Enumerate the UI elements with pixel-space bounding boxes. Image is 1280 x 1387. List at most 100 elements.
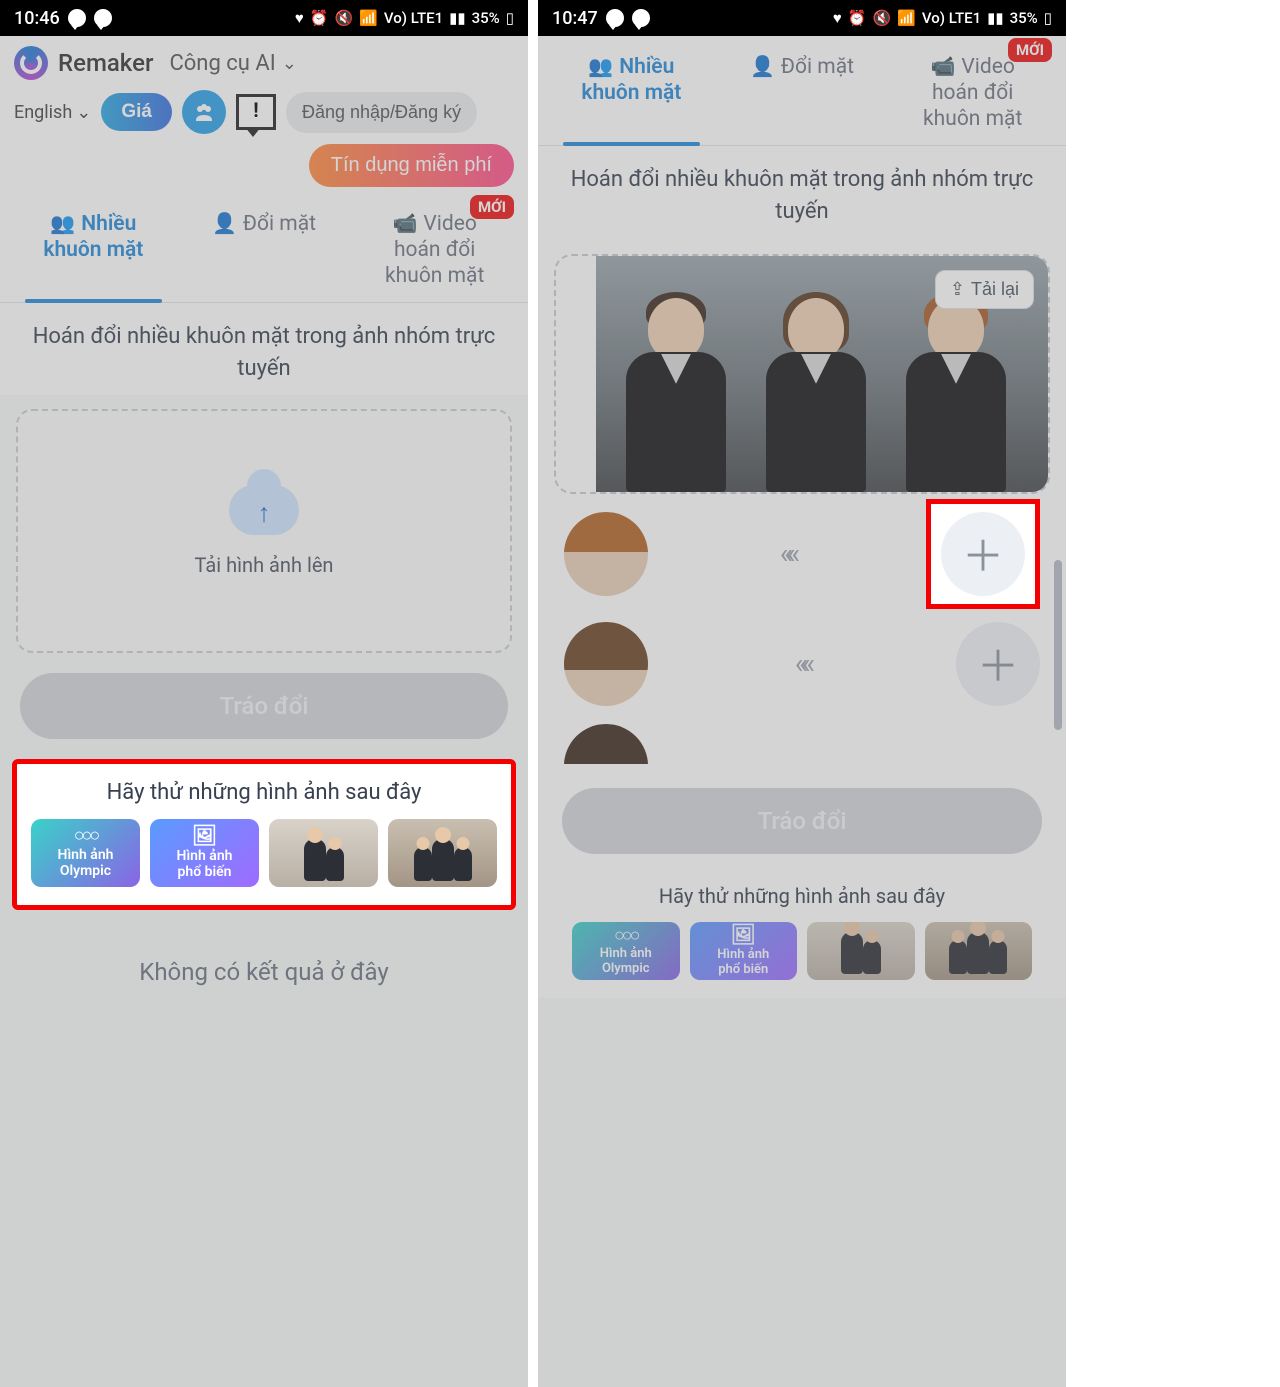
detected-face-2[interactable] — [564, 622, 648, 706]
network-label: Vo) LTE1 — [922, 9, 981, 27]
face-swap-row-1: «« ＋ — [564, 504, 1040, 604]
language-label: English — [14, 102, 72, 123]
reupload-button[interactable]: ⇪ Tải lại — [935, 270, 1034, 309]
detected-face-1[interactable] — [564, 512, 648, 596]
messenger-icon — [68, 9, 86, 27]
video-icon: 📹 — [931, 54, 956, 79]
scrollbar[interactable] — [1054, 560, 1062, 730]
try-section-highlight: Hãy thử những hình ảnh sau đây ○○○ Hình … — [12, 759, 516, 910]
add-target-face-button[interactable]: ＋ — [956, 622, 1040, 706]
people-icon: 👥 — [588, 54, 613, 79]
messenger-icon — [94, 9, 112, 27]
add-face-highlight: ＋ — [926, 499, 1040, 609]
thumb-olympic[interactable]: ○○○ Hình ảnh Olympic — [31, 819, 140, 887]
thumb-sample-1[interactable] — [807, 922, 915, 980]
tab-label: Nhiều — [81, 212, 136, 236]
thumb-label: Hình ảnh — [717, 948, 769, 962]
battery-icon: ▯ — [506, 9, 514, 27]
uploaded-image-preview[interactable]: ⇪ Tải lại — [554, 254, 1050, 494]
try-thumbnails: ○○○ Hình ảnh Olympic 🖼 Hình ảnh phổ biến — [31, 819, 497, 887]
app-bar: Remaker Công cụ AI ⌄ English ⌄ Giá Đăng … — [0, 36, 528, 193]
add-target-face-button[interactable]: ＋ — [941, 512, 1025, 596]
phone-right: 10:47 ♥ ⏰ 🔇 📶 Vo) LTE1 ▮▮ 35% ▯ 👥Nhiều k… — [538, 0, 1066, 1387]
tab-swap-face[interactable]: 👤Đổi mặt — [179, 211, 350, 302]
swap-button[interactable]: Tráo đổi — [20, 673, 508, 739]
brand-logo — [14, 46, 48, 80]
face-swap-row-2: «« ＋ — [564, 614, 1040, 714]
language-selector[interactable]: English ⌄ — [14, 102, 91, 123]
tab-label: Đổi mặt — [781, 55, 854, 79]
try-title: Hãy thử những hình ảnh sau đây — [31, 780, 497, 805]
tab-swap-face[interactable]: 👤Đổi mặt — [717, 54, 888, 145]
thumb-sample-2[interactable] — [925, 922, 1033, 980]
thumb-label: phổ biến — [178, 865, 232, 880]
thumb-popular[interactable]: 🖼 Hình ảnh phổ biến — [150, 819, 259, 887]
double-left-arrow-icon: «« — [795, 647, 809, 680]
thumb-label: phổ biến — [718, 963, 768, 977]
new-badge: MỚI — [470, 195, 514, 219]
tab-label: khuôn mặt — [385, 264, 484, 288]
thumb-olympic[interactable]: ○○○ Hình ảnh Olympic — [572, 922, 680, 980]
face-swap-row-3 — [564, 724, 1040, 764]
try-section: Hãy thử những hình ảnh sau đây ○○○ Hình … — [558, 868, 1046, 998]
tab-multi-face[interactable]: 👥Nhiều khuôn mặt — [8, 211, 179, 302]
status-time: 10:47 — [552, 8, 598, 29]
heart-icon: ♥ — [295, 10, 304, 27]
tab-label: khuôn mặt — [581, 81, 681, 105]
image-icon: 🖼 — [731, 924, 756, 946]
community-button[interactable] — [182, 90, 226, 134]
swap-button[interactable]: Tráo đổi — [562, 788, 1042, 854]
tab-video-swap[interactable]: MỚI 📹Video hoán đổi khuôn mặt — [887, 54, 1058, 145]
person-icon: 👤 — [750, 54, 775, 79]
ai-tools-dropdown[interactable]: Công cụ AI ⌄ — [169, 51, 296, 76]
signal-icon: ▮▮ — [987, 9, 1004, 27]
olympic-rings-icon: ○○○ — [74, 826, 98, 846]
status-bar: 10:46 ♥ ⏰ 🔇 📶 Vo) LTE1 ▮▮ 35% ▯ — [0, 0, 528, 36]
network-label: Vo) LTE1 — [384, 9, 443, 27]
tab-video-swap[interactable]: MỚI 📹Video hoán đổi khuôn mặt — [349, 211, 520, 302]
preview-person-3 — [896, 292, 1016, 492]
new-badge: MỚI — [1008, 38, 1052, 62]
alarm-icon: ⏰ — [848, 9, 867, 27]
try-section: Hãy thử những hình ảnh sau đây ○○○ Hình … — [23, 770, 505, 899]
feedback-icon[interactable] — [236, 94, 276, 130]
heart-icon: ♥ — [833, 10, 842, 27]
tab-label: khuôn mặt — [43, 238, 143, 262]
tab-multi-face[interactable]: 👥Nhiều khuôn mặt — [546, 54, 717, 145]
chevron-down-icon: ⌄ — [282, 53, 297, 74]
people-icon: 👥 — [50, 211, 75, 236]
tab-label: hoán đổi — [394, 238, 475, 262]
reupload-label: Tải lại — [971, 279, 1019, 300]
tab-label: khuôn mặt — [923, 107, 1022, 131]
image-icon: 🖼 — [192, 825, 217, 847]
free-credit-button[interactable]: Tín dụng miễn phí — [309, 144, 514, 187]
olympic-rings-icon: ○○○ — [614, 926, 638, 946]
preview-person-1 — [616, 292, 736, 492]
pricing-button[interactable]: Giá — [101, 93, 172, 131]
try-thumbnails: ○○○ Hình ảnh Olympic 🖼 Hình ảnh phổ biến — [572, 922, 1032, 980]
thumb-label: Hình ảnh — [58, 848, 114, 863]
thumb-label: Olympic — [60, 864, 111, 879]
tab-label: hoán đổi — [932, 81, 1013, 105]
upload-dropzone[interactable]: Tải hình ảnh lên — [16, 409, 512, 653]
status-time: 10:46 — [14, 8, 60, 29]
video-icon: 📹 — [393, 211, 418, 236]
cloud-upload-icon — [229, 485, 299, 535]
thumb-popular[interactable]: 🖼 Hình ảnh phổ biến — [690, 922, 798, 980]
no-results-text: Không có kết quả ở đây — [0, 958, 528, 986]
tab-label: Nhiều — [619, 55, 674, 79]
status-bar: 10:47 ♥ ⏰ 🔇 📶 Vo) LTE1 ▮▮ 35% ▯ — [538, 0, 1066, 36]
alarm-icon: ⏰ — [310, 9, 329, 27]
thumb-label: Hình ảnh — [600, 947, 652, 961]
chevron-down-icon: ⌄ — [76, 102, 91, 123]
detected-face-3[interactable] — [564, 724, 648, 764]
upload-label: Tải hình ảnh lên — [195, 553, 334, 577]
login-button[interactable]: Đăng nhập/Đăng ký — [286, 92, 477, 133]
thumb-label: Hình ảnh — [177, 849, 233, 864]
thumb-sample-1[interactable] — [269, 819, 378, 887]
upload-icon: ⇪ — [950, 279, 965, 300]
thumb-sample-2[interactable] — [388, 819, 497, 887]
tabs: 👥Nhiều khuôn mặt 👤Đổi mặt MỚI 📹Video hoá… — [0, 193, 528, 303]
mute-icon: 🔇 — [872, 9, 891, 27]
mute-icon: 🔇 — [334, 9, 353, 27]
